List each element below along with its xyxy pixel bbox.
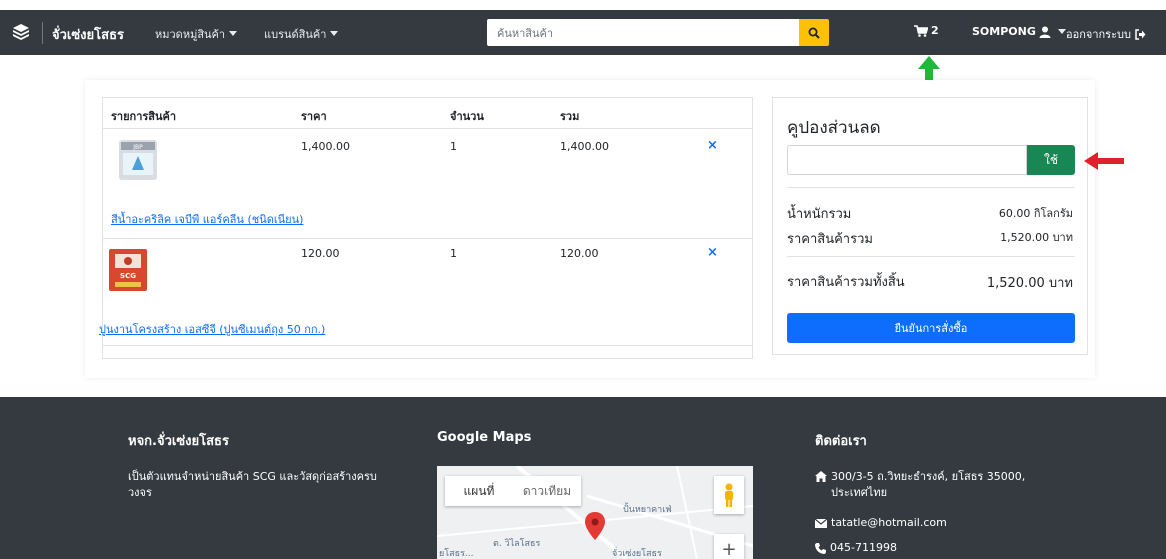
grand-total-value: 1,520.00 บาท	[986, 276, 1073, 291]
search-icon	[808, 27, 820, 39]
map-zoom-in-button[interactable]: +	[714, 534, 744, 559]
footer-about-title: หจก.จั่วเซ่งยโสธร	[128, 434, 229, 449]
footer-maps-title: Google Maps	[437, 430, 532, 445]
search-input[interactable]: ค้นหาสินค้า	[487, 19, 799, 46]
search-button[interactable]	[799, 19, 829, 46]
order-summary-panel: คูปองส่วนลด ใช้ น้ำหนักรวม 60.00 กิโลกรั…	[772, 97, 1088, 355]
table-header-divider	[103, 128, 752, 129]
column-header-product: รายการสินค้า	[111, 110, 177, 123]
row-1-qty: 1	[450, 140, 457, 153]
footer-email[interactable]: tatatle@hotmail.com	[815, 515, 947, 531]
product-thumbnail[interactable]: SCG	[103, 248, 153, 292]
map-tab-map[interactable]: แผนที่	[445, 476, 513, 506]
row-1-remove-button[interactable]: ×	[707, 138, 718, 153]
row-1-price: 1,400.00	[301, 140, 350, 153]
subtotal-value: 1,520.00 บาท	[1000, 231, 1073, 244]
top-margin	[0, 0, 1166, 10]
cart-count: 2	[931, 24, 939, 37]
map-type-tabs: แผนที่ ดาวเทียม	[445, 476, 581, 506]
footer-address-text: 300/3-5 ถ.วิทยะธำรงค์, ยโสธร 35000, ประเ…	[831, 470, 1026, 499]
apply-coupon-button[interactable]: ใช้	[1027, 145, 1075, 175]
footer-email-text: tatatle@hotmail.com	[831, 516, 947, 529]
google-map-embed[interactable]: แผนที่ ดาวเทียม ปั้นหยาคาเฟ่ ต. วิไลโสธร…	[437, 466, 753, 559]
column-header-price: ราคา	[301, 110, 327, 123]
navbar: จั่วเซ่งยโสธร หมวดหมู่สินค้า แบรนด์สินค้…	[0, 10, 1166, 55]
phone-icon	[815, 542, 826, 554]
map-place-label: จั่วเซ่งยโสธร	[612, 549, 662, 559]
logout-label: ออกจากระบบ	[1066, 28, 1131, 41]
grand-total-label: ราคาสินค้ารวมทั้งสิ้น	[787, 275, 905, 290]
user-dropdown[interactable]: SOMPONG	[972, 25, 1066, 38]
footer-phone[interactable]: 045-711998	[815, 540, 897, 556]
user-icon	[1039, 26, 1051, 38]
product-thumbnail-label: JBP	[132, 144, 143, 151]
subtotal-label: ราคาสินค้ารวม	[787, 232, 873, 247]
map-place-label: ต. วิไลโสธร	[493, 539, 541, 549]
nav-brands-label: แบรนด์สินค้า	[264, 28, 327, 41]
chevron-down-icon	[1057, 29, 1066, 34]
column-header-total: รวม	[560, 110, 580, 123]
map-place-label: ยโสธร...	[439, 549, 474, 559]
nav-categories-label: หมวดหมู่สินค้า	[155, 28, 226, 41]
row-divider	[103, 238, 752, 239]
footer-about-text: เป็นตัวแทนจำหน่ายสินค้า SCG และวัสดุก่อส…	[128, 470, 377, 499]
logout-link[interactable]: ออกจากระบบ	[1066, 25, 1146, 43]
search-placeholder: ค้นหาสินค้า	[497, 26, 554, 40]
row-1-total: 1,400.00	[560, 140, 609, 153]
row-2-qty: 1	[450, 247, 457, 260]
coupon-title: คูปองส่วนลด	[787, 118, 881, 138]
logo-icon[interactable]	[12, 23, 30, 41]
row-2-price: 120.00	[301, 247, 340, 260]
street-view-pegman[interactable]	[714, 476, 744, 514]
column-header-qty: จำนวน	[450, 110, 484, 123]
brand-divider	[42, 22, 43, 44]
footer: หจก.จั่วเซ่งยโสธร เป็นตัวแทนจำหน่ายสินค้…	[0, 397, 1166, 559]
chevron-down-icon	[229, 31, 238, 36]
coupon-input[interactable]	[787, 145, 1027, 175]
row-2-product-link[interactable]: ปูนงานโครงสร้าง เอสซีจี (ปูนซีเมนต์ถุง 5…	[99, 320, 325, 338]
weight-value: 60.00 กิโลกรัม	[998, 207, 1073, 220]
confirm-order-button[interactable]: ยืนยันการสั่งซื้อ	[787, 313, 1075, 343]
cart-button[interactable]: 2	[914, 24, 939, 37]
cart-icon	[914, 24, 928, 37]
footer-phone-text: 045-711998	[830, 541, 897, 554]
chevron-down-icon	[330, 31, 339, 36]
brand-name[interactable]: จั่วเซ่งยโสธร	[52, 24, 124, 45]
map-tab-satellite[interactable]: ดาวเทียม	[513, 476, 581, 506]
row-divider	[103, 345, 752, 346]
product-thumbnail-label: SCG	[120, 272, 136, 280]
logout-icon	[1135, 28, 1146, 40]
footer-contact-title: ติดต่อเรา	[815, 434, 867, 449]
nav-brands-dropdown[interactable]: แบรนด์สินค้า	[264, 25, 339, 43]
nav-categories-dropdown[interactable]: หมวดหมู่สินค้า	[155, 25, 238, 43]
map-place-label: ปั้นหยาคาเฟ่	[623, 505, 672, 515]
row-2-remove-button[interactable]: ×	[707, 245, 718, 260]
product-thumbnail[interactable]: JBP	[113, 138, 163, 182]
summary-divider	[787, 256, 1075, 257]
envelope-icon	[815, 518, 827, 528]
pegman-icon	[725, 483, 733, 507]
row-1-product-link[interactable]: สีน้ำอะคริลิค เจบีพี แอร์คลีน (ชนิดเนียน…	[111, 210, 303, 228]
weight-label: น้ำหนักรวม	[787, 207, 852, 222]
row-2-total: 120.00	[560, 247, 599, 260]
username: SOMPONG	[972, 25, 1036, 38]
annotation-arrow-left-icon	[1084, 152, 1124, 170]
footer-address: 300/3-5 ถ.วิทยะธำรงค์, ยโสธร 35000, ประเ…	[815, 469, 1075, 501]
home-icon	[815, 471, 827, 482]
summary-divider	[787, 187, 1075, 188]
map-pin-icon[interactable]	[585, 512, 605, 540]
cart-table: รายการสินค้า ราคา จำนวน รวม JBP 1,400.00…	[99, 97, 753, 359]
